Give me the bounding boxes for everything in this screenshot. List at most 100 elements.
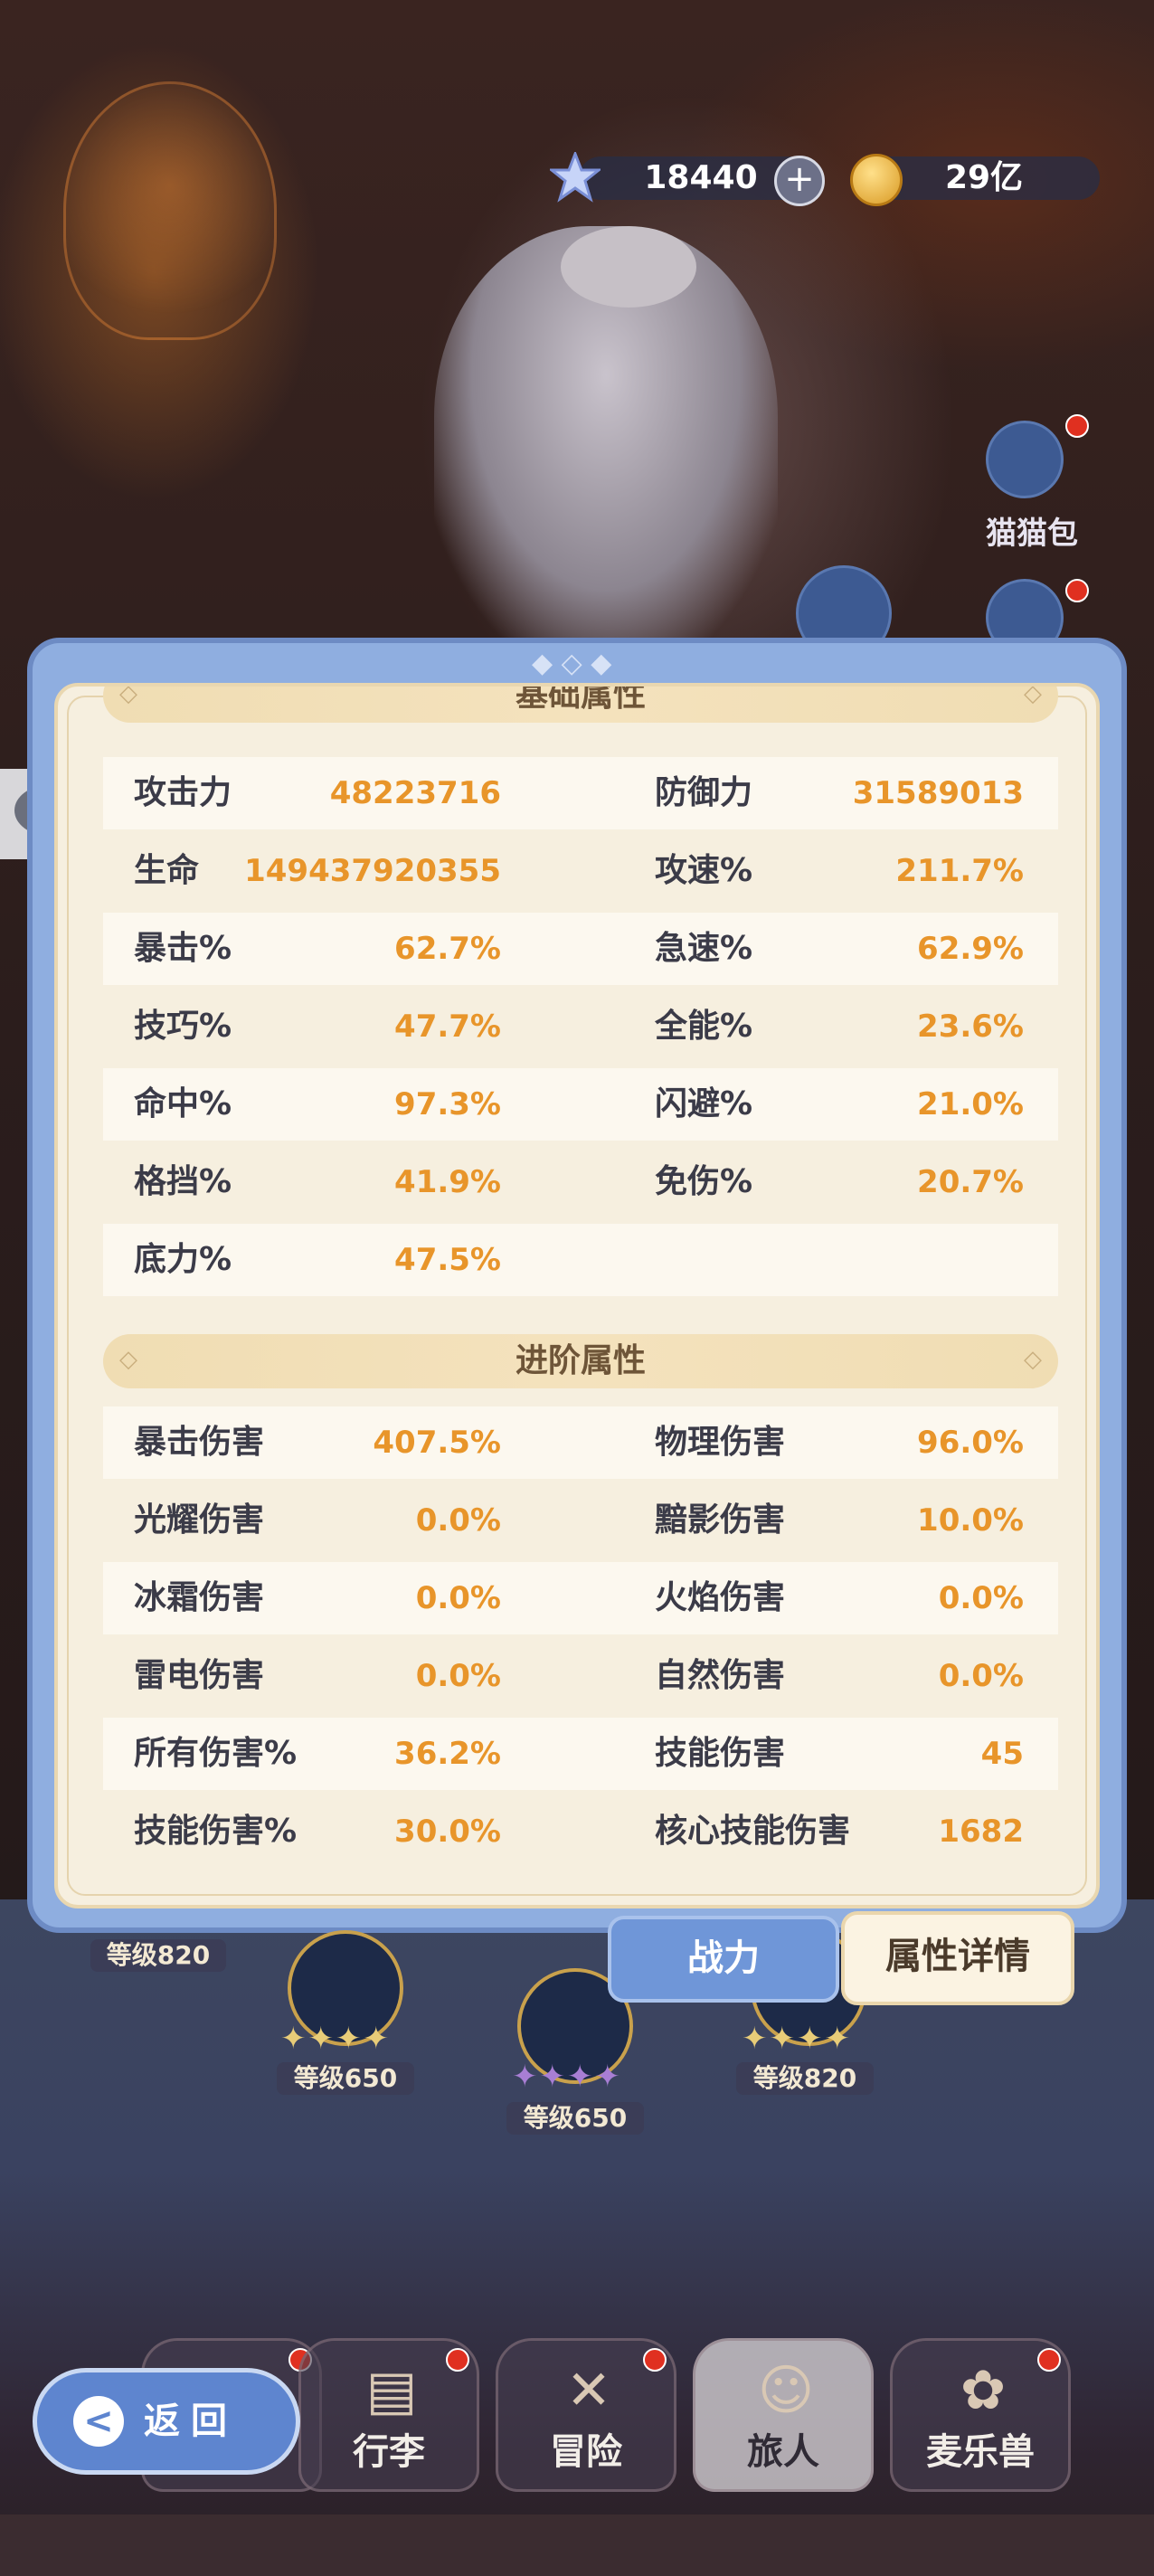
diamond-icon: ◇ [119,1346,137,1373]
nav-luggage-label: 行李 [353,2431,425,2473]
stat-row: 命中% 97.3% 闪避% 21.0% [103,1068,1058,1141]
stat-label: 暴击% [134,930,232,967]
stat-row: 技巧% 47.7% 全能% 23.6% [103,990,1058,1063]
diamond-decoration-icon: ◆ ◇ ◆ [532,648,612,679]
plus-icon[interactable]: + [774,156,825,206]
stat-label: 免伤% [655,1163,753,1200]
stat-value: 20.7% [917,1164,1024,1200]
skill-stars: ✦✦✦✦ [512,2059,622,2095]
tab-attribute-details[interactable]: 属性详情 [841,1911,1074,2005]
level-badge: 等级820 [736,2062,874,2095]
stat-row: 光耀伤害 0.0% 黯影伤害 10.0% [103,1484,1058,1557]
level-badge: 等级820 [90,1939,226,1972]
notification-dot [643,2348,667,2372]
nav-pet[interactable]: ✿ 麦乐兽 [890,2338,1071,2492]
stat-value: 47.7% [394,1009,501,1045]
stat-value: 0.0% [938,1580,1024,1616]
stat-label: 闪避% [655,1085,753,1122]
stat-row: 攻击力 48223716 防御力 31589013 [103,757,1058,829]
pet-cat-icon: ✿ [960,2359,1007,2422]
stat-value: 0.0% [415,1658,501,1694]
stat-label: 攻击力 [134,774,232,811]
crossed-swords-icon: ✕ [565,2359,612,2422]
stat-label: 格挡% [134,1163,232,1200]
skill-stars: ✦✦✦✦ [280,2021,391,2057]
traveler-avatar-icon: ☺ [757,2359,815,2422]
notification-dot [1065,414,1089,438]
notification-dot [446,2348,469,2372]
stat-value: 62.7% [394,931,501,967]
stat-value: 211.7% [895,853,1024,889]
nav-traveler-label: 旅人 [747,2431,819,2473]
stat-label: 防御力 [655,774,753,811]
stat-value: 45 [980,1736,1024,1772]
panel-top-decoration: ◆ ◇ ◆ [43,648,1111,684]
stat-row: 冰霜伤害 0.0% 火焰伤害 0.0% [103,1562,1058,1634]
stat-value: 96.0% [917,1425,1024,1461]
attribute-panel[interactable]: ◇ 基础属性 ◇ 攻击力 48223716 防御力 31589013 生命 14… [54,683,1100,1908]
nav-luggage[interactable]: ▤ 行李 [298,2338,479,2492]
stat-value: 407.5% [373,1425,501,1461]
stat-value: 30.0% [394,1814,501,1850]
stat-value: 48223716 [329,775,501,811]
nav-adventure[interactable]: ✕ 冒险 [496,2338,676,2492]
level-badge: 等级650 [277,2062,414,2095]
stat-label: 命中% [134,1085,232,1122]
stat-label: 攻速% [655,852,753,889]
gold-coin-icon [850,154,903,206]
diamond-icon: ◇ [1024,1346,1042,1373]
nav-adventure-label: 冒险 [550,2431,622,2473]
cat-bag-button[interactable] [986,421,1064,498]
stat-value: 10.0% [917,1502,1024,1539]
character-hair-bun [561,226,696,308]
stat-value: 0.0% [415,1502,501,1539]
stat-label: 全能% [655,1008,753,1045]
diamond-icon: ◇ [119,683,137,707]
stat-label: 技巧% [134,1008,232,1045]
back-label: 返回 [144,2401,238,2442]
stat-value: 41.9% [394,1164,501,1200]
stat-value: 0.0% [415,1580,501,1616]
bottom-strip [0,2514,1154,2576]
gem-amount: 18440 [644,159,758,196]
star-gem-icon [550,152,601,203]
advanced-attributes-header: ◇ 进阶属性 ◇ [103,1334,1058,1388]
cat-bag-label: 猫猫包 [986,516,1078,552]
background-character-glow [63,81,277,340]
stat-row: 生命 149437920355 攻速% 211.7% [103,835,1058,907]
stat-row: 技能伤害% 30.0% 核心技能伤害 1682 [103,1795,1058,1868]
notification-dot [1037,2348,1061,2372]
stat-row: 暴击伤害 407.5% 物理伤害 96.0% [103,1406,1058,1479]
stat-value: 36.2% [394,1736,501,1772]
stat-row: 底力% 47.5% [103,1224,1058,1296]
diamond-icon: ◇ [1024,683,1042,707]
stat-value: 23.6% [917,1009,1024,1045]
skill-stars: ✦✦✦✦ [742,2021,852,2057]
stat-row: 暴击% 62.7% 急速% 62.9% [103,913,1058,985]
stat-row: 格挡% 41.9% 免伤% 20.7% [103,1146,1058,1218]
stat-row: 雷电伤害 0.0% 自然伤害 0.0% [103,1640,1058,1712]
chest-icon: ▤ [365,2359,418,2422]
notification-dot [1065,579,1089,602]
gold-counter: 29亿 [868,156,1100,200]
stat-value: 1682 [938,1814,1024,1850]
basic-section-title: 基础属性 [515,683,646,714]
basic-attributes-header: ◇ 基础属性 ◇ [103,683,1058,723]
stat-value: 47.5% [394,1242,501,1278]
stat-row: 所有伤害% 36.2% 技能伤害 45 [103,1718,1058,1790]
stat-value: 0.0% [938,1658,1024,1694]
stat-label: 底力% [134,1241,232,1278]
back-arrow-icon: < [73,2396,124,2447]
tab-combat-power[interactable]: 战力 [608,1916,839,2003]
stat-value: 62.9% [917,931,1024,967]
stat-value: 31589013 [852,775,1024,811]
stat-value: 97.3% [394,1086,501,1122]
stat-value: 149437920355 [244,853,501,889]
back-button[interactable]: < 返回 [33,2368,300,2475]
nav-pet-label: 麦乐兽 [926,2431,1035,2473]
stat-label: 生命 [134,852,200,889]
gold-amount: 29亿 [944,159,1024,196]
stat-label: 急速% [655,930,753,967]
nav-traveler[interactable]: ☺ 旅人 [693,2338,874,2492]
stat-value: 21.0% [917,1086,1024,1122]
